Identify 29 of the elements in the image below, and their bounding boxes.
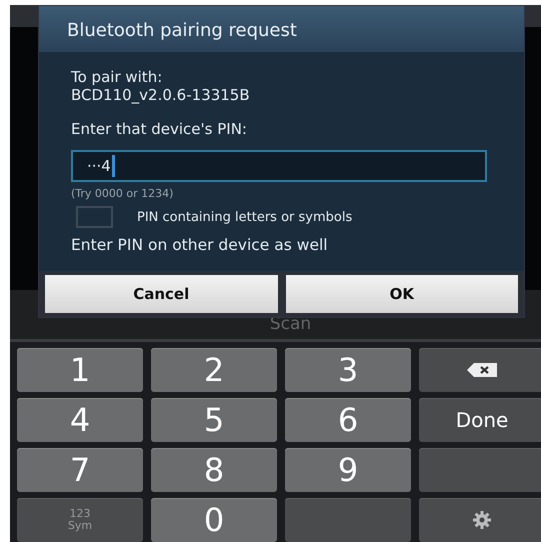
checkbox[interactable]	[76, 206, 113, 228]
blank-key[interactable]	[419, 448, 541, 492]
pin-field[interactable]: ···4	[71, 150, 487, 182]
digit-key[interactable]: 1	[17, 348, 143, 392]
digit-key[interactable]: 0	[151, 498, 277, 542]
digit-key[interactable]: 3	[285, 348, 411, 392]
device-name: BCD110_v2.0.6-13315B	[71, 86, 251, 104]
done-key[interactable]: Done	[419, 398, 541, 442]
pin-prompt: Enter that device's PIN:	[71, 120, 248, 138]
digit-key[interactable]: 7	[17, 448, 143, 492]
pair-with-label: To pair with:	[71, 68, 164, 86]
backspace-key[interactable]	[419, 348, 541, 392]
digit-key[interactable]: 8	[151, 448, 277, 492]
dialog-title: Bluetooth pairing request	[39, 6, 524, 52]
digit-key[interactable]: 4	[17, 398, 143, 442]
digit-key[interactable]: 2	[151, 348, 277, 392]
backspace-icon	[466, 362, 498, 378]
checkbox-label: PIN containing letters or symbols	[137, 210, 352, 224]
digit-key[interactable]: 6	[285, 398, 411, 442]
settings-key[interactable]	[419, 498, 541, 542]
dialog-button[interactable]: OK	[286, 275, 518, 313]
settings-icon	[472, 510, 492, 530]
pin-note: Enter PIN on other device as well	[71, 236, 329, 254]
digit-key[interactable]: 9	[285, 448, 411, 492]
digit-key[interactable]: 5	[151, 398, 277, 442]
pin-hint: (Try 0000 or 1234)	[71, 187, 174, 200]
symbols-key[interactable]: 123 Sym	[17, 498, 143, 542]
dialog-button[interactable]: Cancel	[45, 275, 278, 313]
blank-key[interactable]	[285, 498, 411, 542]
